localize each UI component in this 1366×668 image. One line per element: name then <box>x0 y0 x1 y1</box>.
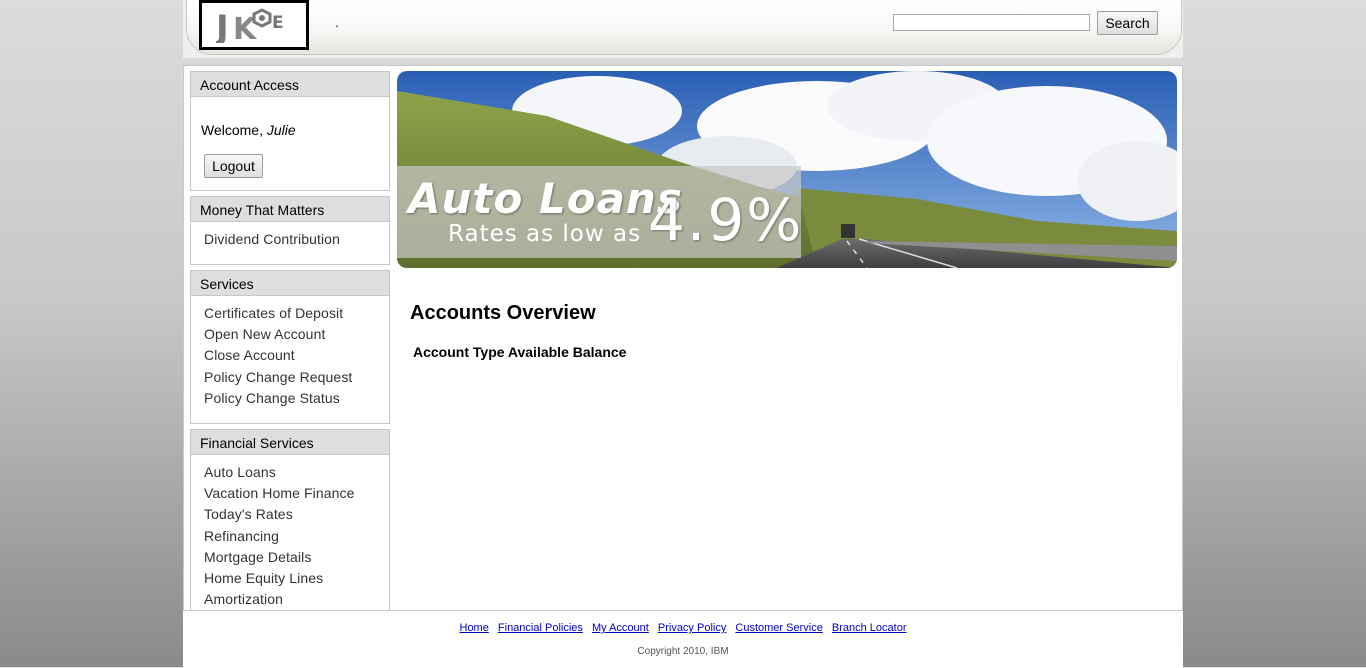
logout-button[interactable]: Logout <box>204 154 263 178</box>
services-panel: Services Certificates of Deposit Open Ne… <box>190 270 390 424</box>
sidebar-item-vacation-home-finance[interactable]: Vacation Home Finance <box>191 483 389 504</box>
money-that-matters-panel: Money That Matters Dividend Contribution <box>190 196 390 265</box>
search-button[interactable]: Search <box>1097 11 1158 35</box>
welcome-prefix: Welcome, <box>201 122 263 138</box>
svg-text:J: J <box>216 8 229 43</box>
sidebar-item-todays-rates[interactable]: Today's Rates <box>191 504 389 525</box>
jke-logo[interactable]: J K E <box>199 0 309 50</box>
sidebar-item-policy-change-request[interactable]: Policy Change Request <box>191 367 389 388</box>
search-input[interactable] <box>893 14 1090 31</box>
footer-link-branch-locator[interactable]: Branch Locator <box>832 622 907 634</box>
copyright: Copyright 2010, IBM <box>637 646 729 657</box>
sidebar-item-close-account[interactable]: Close Account <box>191 345 389 366</box>
sidebar-item-dividend-contribution[interactable]: Dividend Contribution <box>191 229 389 250</box>
sidebar-item-refinancing[interactable]: Refinancing <box>191 526 389 547</box>
account-access-panel: Account Access Welcome, Julie Logout <box>190 71 390 191</box>
footer: Home Financial Policies My Account Priva… <box>183 610 1183 668</box>
sidebar-item-open-new-account[interactable]: Open New Account <box>191 324 389 345</box>
sidebar-item-certificates-of-deposit[interactable]: Certificates of Deposit <box>191 303 389 324</box>
services-title: Services <box>191 271 389 296</box>
sidebar-item-home-equity-lines[interactable]: Home Equity Lines <box>191 568 389 589</box>
account-access-title: Account Access <box>191 72 389 97</box>
banner-text-overlay: Auto Loans Rates as low as 4.9% <box>397 166 801 258</box>
svg-text:E: E <box>272 13 284 33</box>
content-container: Account Access Welcome, Julie Logout Mon… <box>183 65 1183 620</box>
accounts-table-header: Account Type Available Balance <box>413 344 627 360</box>
welcome-message: Welcome, Julie <box>201 122 296 138</box>
sidebar-item-policy-change-status[interactable]: Policy Change Status <box>191 388 389 409</box>
footer-link-home[interactable]: Home <box>460 622 489 634</box>
footer-link-financial-policies[interactable]: Financial Policies <box>498 622 583 634</box>
sidebar-item-amortization[interactable]: Amortization <box>191 589 389 610</box>
auto-loans-banner[interactable]: Auto Loans Rates as low as 4.9% <box>397 71 1177 268</box>
financial-services-panel: Financial Services Auto Loans Vacation H… <box>190 429 390 620</box>
financial-services-list: Auto Loans Vacation Home Finance Today's… <box>191 455 389 610</box>
banner-subtitle: Rates as low as <box>448 221 642 247</box>
sidebar-item-mortgage-details[interactable]: Mortgage Details <box>191 547 389 568</box>
header-bar: J K E . Search <box>186 0 1182 55</box>
financial-services-title: Financial Services <box>191 430 389 455</box>
footer-link-privacy-policy[interactable]: Privacy Policy <box>658 622 726 634</box>
header-separator: . <box>335 14 339 30</box>
money-that-matters-list: Dividend Contribution <box>191 222 389 250</box>
money-that-matters-title: Money That Matters <box>191 197 389 222</box>
footer-links: Home Financial Policies My Account Priva… <box>183 622 1183 634</box>
banner-title: Auto Loans <box>408 174 683 223</box>
footer-link-my-account[interactable]: My Account <box>592 622 649 634</box>
footer-link-customer-service[interactable]: Customer Service <box>735 622 822 634</box>
sidebar-item-auto-loans[interactable]: Auto Loans <box>191 462 389 483</box>
header: J K E . Search <box>183 0 1183 58</box>
logo-mark: J K E <box>216 8 284 43</box>
page: J K E . Search Account Access Welcome, J… <box>183 0 1183 668</box>
page-title: Accounts Overview <box>410 302 596 324</box>
user-name: Julie <box>266 122 296 138</box>
banner-rate: 4.9% <box>648 186 804 254</box>
services-list: Certificates of Deposit Open New Account… <box>191 296 389 409</box>
